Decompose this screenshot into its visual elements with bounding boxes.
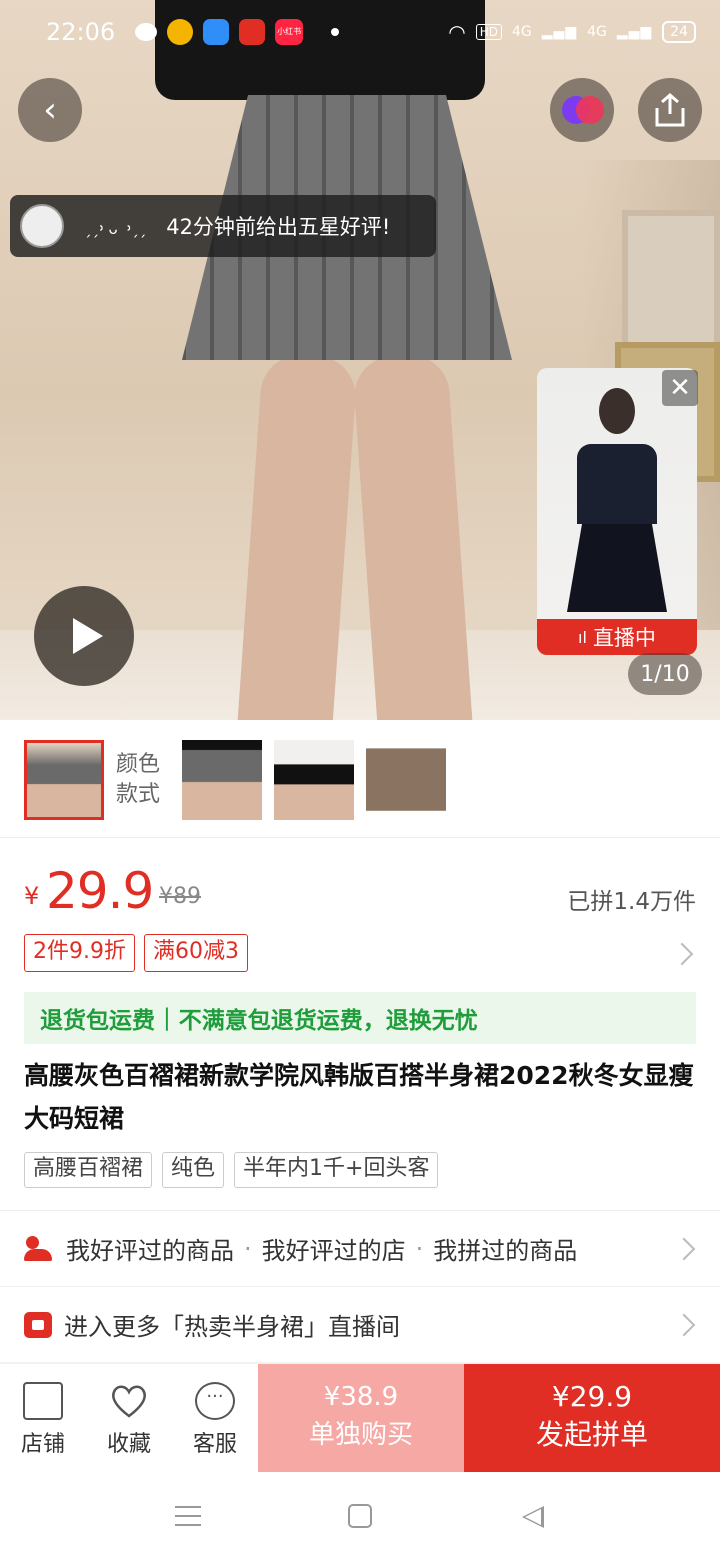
discount-tag: 2件9.9折: [24, 934, 135, 972]
live-room-entry-label: 进入更多「热卖半身裙」直播间: [64, 1313, 400, 1341]
signal-bars-icon: ▂▄▆: [616, 24, 653, 40]
start-group-buy-button[interactable]: ¥29.9 发起拼单: [464, 1364, 720, 1472]
chevron-right-icon: [672, 1237, 696, 1261]
xiaohongshu-icon: 小红书: [275, 19, 304, 45]
dot-separator: ·: [244, 1234, 252, 1263]
recent-apps-icon[interactable]: [175, 1506, 201, 1526]
service-label: 客服: [192, 1432, 237, 1457]
play-icon: [73, 618, 103, 654]
related-history-row[interactable]: 我好评过的商品 · 我好评过的店 · 我拼过的商品: [0, 1210, 720, 1286]
live-room-entry-row[interactable]: 进入更多「热卖半身裙」直播间: [0, 1286, 720, 1362]
variant-thumb-grey-selected[interactable]: [24, 740, 104, 820]
status-right: ◠ HD 4G ▂▄▆ 4G ▂▄▆ 24: [448, 20, 696, 44]
reviewer-avatar: [20, 204, 64, 248]
status-time: 22:06: [46, 18, 116, 46]
customer-service-button[interactable]: ··· 客服: [172, 1364, 258, 1472]
play-video-button[interactable]: [34, 586, 134, 686]
battery-indicator: 24: [662, 21, 696, 43]
feature-chip: 高腰百褶裙: [24, 1152, 153, 1188]
live-badge: ıl 直播中: [537, 619, 697, 655]
close-live-preview-button[interactable]: ✕: [662, 370, 698, 406]
related-item[interactable]: 我好评过的店: [262, 1231, 406, 1266]
related-item[interactable]: 我拼过的商品: [433, 1231, 577, 1266]
group-avatars[interactable]: [550, 78, 614, 142]
back-triangle-icon[interactable]: [522, 1506, 544, 1528]
reviewer-nickname: ˏˏ᠈ ᴗ ᠈ˏˏ: [84, 220, 147, 238]
variant-thumb-grey[interactable]: [182, 740, 262, 820]
return-guarantee-banner[interactable]: 退货包运费 | 不满意包退货运费，退换无忧: [24, 992, 696, 1044]
people-icon: [24, 1235, 54, 1262]
signal-bars-icon: ▂▄▆: [541, 24, 578, 40]
live-stream-preview[interactable]: ıl 直播中: [537, 368, 697, 655]
store-button[interactable]: 店铺: [0, 1364, 86, 1472]
share-icon: [655, 93, 685, 127]
favorite-button[interactable]: 收藏: [86, 1364, 172, 1472]
signal-4g-label: 4G: [512, 24, 532, 40]
heart-icon: [109, 1382, 149, 1420]
live-signal-icon: ıl: [578, 627, 587, 647]
avatar: [576, 96, 604, 124]
weibo-icon: [167, 19, 194, 45]
chevron-left-icon: ‹: [43, 90, 57, 130]
wechat-icon: [135, 23, 158, 41]
qq-browser-icon: [203, 19, 230, 45]
close-icon: ✕: [669, 373, 691, 403]
signal-4g-label: 4G: [587, 24, 607, 40]
product-title: 高腰灰色百褶裙新款学院风韩版百搭半身裙2022秋冬女显瘦大码短裙: [24, 1061, 694, 1133]
chat-icon: ···: [195, 1382, 235, 1420]
hd-badge: HD: [475, 24, 503, 40]
notification-dot-icon: [331, 28, 340, 36]
feature-chip: 纯色: [162, 1152, 225, 1188]
current-price: 29.9: [46, 862, 154, 920]
discount-tags-row[interactable]: 2件9.9折 满60减3: [24, 934, 696, 974]
chevron-right-icon: [670, 942, 694, 966]
group-buy-label: 发起拼单: [535, 1418, 648, 1451]
guarantee-left: 退货包运费: [40, 1008, 155, 1034]
feature-chips: 高腰百褶裙 纯色 半年内1千+回头客: [24, 1152, 714, 1192]
bottom-action-bar: 店铺 收藏 ··· 客服 ¥38.9 单独购买 ¥29.9 发起拼单: [0, 1364, 720, 1472]
buy-alone-price: ¥38.9: [323, 1382, 399, 1412]
status-bar: 22:06 小红书 ◠ HD 4G ▂▄▆ 4G ▂▄▆ 24: [0, 0, 720, 64]
variant-thumb-brown[interactable]: [366, 740, 446, 820]
back-button[interactable]: ‹: [18, 78, 82, 142]
related-item[interactable]: 我好评过的商品: [66, 1231, 234, 1266]
dot-separator: ·: [415, 1234, 424, 1263]
variant-label: 颜色款式: [116, 752, 161, 807]
favorite-label: 收藏: [106, 1432, 151, 1457]
group-buy-price: ¥29.9: [551, 1380, 633, 1413]
store-icon: [23, 1382, 63, 1420]
chevron-right-icon: [672, 1313, 696, 1337]
live-tv-icon: [24, 1311, 52, 1338]
buy-alone-label: 单独购买: [308, 1420, 413, 1450]
share-button[interactable]: [638, 78, 702, 142]
original-price: ¥89: [159, 884, 201, 909]
pinduoduo-icon: [239, 19, 266, 45]
wifi-icon: ◠: [448, 20, 466, 44]
store-label: 店铺: [20, 1432, 65, 1457]
color-variant-selector: 颜色款式: [0, 720, 720, 838]
home-icon[interactable]: [348, 1504, 372, 1528]
buy-alone-button[interactable]: ¥38.9 单独购买: [258, 1364, 464, 1472]
feature-chip: 半年内1千+回头客: [234, 1152, 439, 1188]
image-counter: 1/10: [628, 653, 702, 695]
recent-review-toast: ˏˏ᠈ ᴗ ᠈ˏˏ 42分钟前给出五星好评!: [10, 195, 436, 257]
price-row: ¥ 29.9 ¥89 已拼1.4万件: [24, 862, 696, 926]
guarantee-right: 不满意包退货运费，退换无忧: [178, 1008, 478, 1034]
guarantee-separator: |: [163, 1005, 171, 1031]
variant-thumb-black[interactable]: [274, 740, 354, 820]
live-host-image: [567, 388, 667, 628]
review-toast-text: 42分钟前给出五星好评!: [166, 215, 391, 239]
currency-symbol: ¥: [24, 882, 40, 910]
system-navigation-bar: [0, 1472, 720, 1560]
discount-tag: 满60减3: [144, 934, 248, 972]
sold-count: 已拼1.4万件: [567, 889, 696, 915]
